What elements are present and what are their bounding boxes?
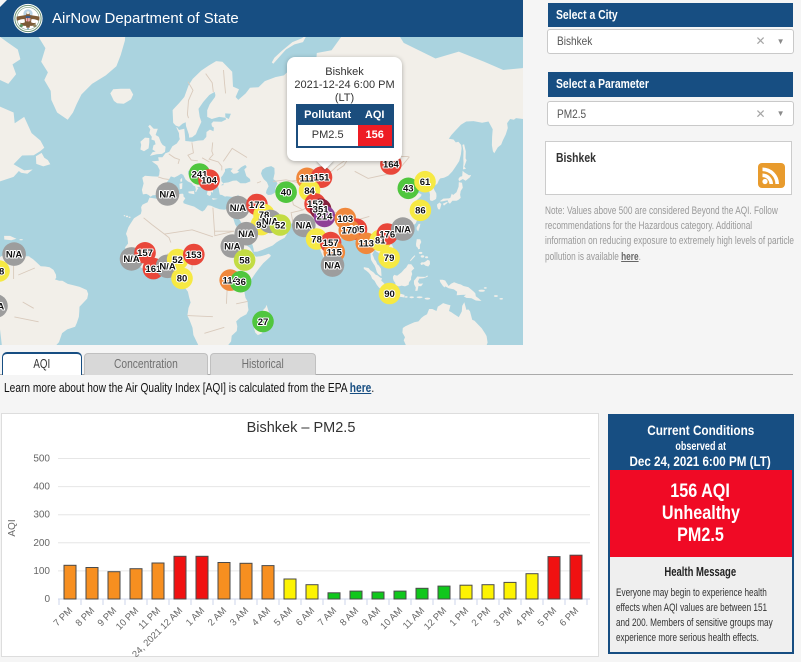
svg-text:7 AM: 7 AM: [316, 605, 339, 628]
svg-text:400: 400: [33, 482, 50, 493]
svg-text:103: 103: [337, 214, 353, 225]
svg-text:3 AM: 3 AM: [228, 605, 251, 628]
svg-text:11 AM: 11 AM: [401, 605, 427, 631]
svg-text:115: 115: [327, 248, 343, 259]
svg-text:52: 52: [275, 220, 286, 231]
svg-text:N/A: N/A: [0, 301, 4, 312]
svg-text:100: 100: [33, 566, 50, 577]
svg-text:68: 68: [0, 266, 4, 277]
svg-text:1 AM: 1 AM: [184, 605, 207, 628]
svg-text:N/A: N/A: [324, 260, 341, 271]
svg-text:4 AM: 4 AM: [250, 605, 273, 628]
svg-text:1 PM: 1 PM: [448, 605, 472, 629]
svg-text:80: 80: [177, 274, 188, 285]
svg-text:79: 79: [384, 253, 395, 264]
svg-text:78: 78: [311, 234, 322, 245]
svg-text:2 PM: 2 PM: [470, 605, 494, 629]
svg-text:27: 27: [258, 317, 269, 328]
svg-text:6 PM: 6 PM: [558, 605, 582, 629]
svg-text:40: 40: [281, 188, 292, 199]
svg-text:151: 151: [314, 173, 331, 184]
svg-text:61: 61: [420, 177, 431, 188]
svg-text:153: 153: [186, 250, 202, 261]
svg-text:N/A: N/A: [395, 224, 412, 235]
svg-text:N/A: N/A: [224, 241, 241, 252]
svg-text:5 AM: 5 AM: [272, 605, 295, 628]
svg-text:7 PM: 7 PM: [52, 605, 76, 629]
svg-text:90: 90: [384, 289, 395, 300]
svg-text:N/A: N/A: [238, 229, 255, 240]
svg-text:N/A: N/A: [296, 221, 313, 232]
svg-text:2 AM: 2 AM: [206, 605, 229, 628]
svg-text:N/A: N/A: [159, 189, 176, 200]
svg-text:43: 43: [403, 184, 414, 195]
svg-text:86: 86: [415, 206, 426, 217]
svg-text:300: 300: [33, 510, 50, 521]
svg-text:10 PM: 10 PM: [114, 605, 141, 632]
svg-text:0: 0: [44, 594, 50, 605]
svg-text:8 PM: 8 PM: [74, 605, 98, 629]
svg-text:3 PM: 3 PM: [492, 605, 516, 629]
svg-text:500: 500: [33, 454, 50, 465]
svg-text:N/A: N/A: [230, 203, 247, 214]
svg-text:58: 58: [239, 255, 250, 266]
svg-text:10 AM: 10 AM: [378, 605, 405, 632]
svg-text:5 PM: 5 PM: [536, 605, 560, 629]
svg-text:AQI: AQI: [7, 519, 18, 536]
svg-text:200: 200: [33, 538, 50, 549]
svg-text:176: 176: [379, 229, 395, 240]
svg-text:6 AM: 6 AM: [294, 605, 317, 628]
svg-text:157: 157: [137, 248, 153, 259]
svg-text:12 PM: 12 PM: [422, 605, 449, 632]
svg-text:170: 170: [341, 226, 357, 237]
svg-text:8 AM: 8 AM: [338, 605, 361, 628]
svg-text:36: 36: [235, 277, 246, 288]
svg-text:113: 113: [359, 239, 374, 250]
svg-text:104: 104: [201, 175, 218, 186]
svg-text:N/A: N/A: [6, 249, 23, 260]
svg-text:214: 214: [317, 212, 334, 223]
svg-text:Bishkek – PM2.5: Bishkek – PM2.5: [247, 420, 356, 436]
svg-text:52: 52: [172, 255, 183, 266]
svg-text:84: 84: [304, 186, 315, 197]
svg-text:4 PM: 4 PM: [514, 605, 538, 629]
